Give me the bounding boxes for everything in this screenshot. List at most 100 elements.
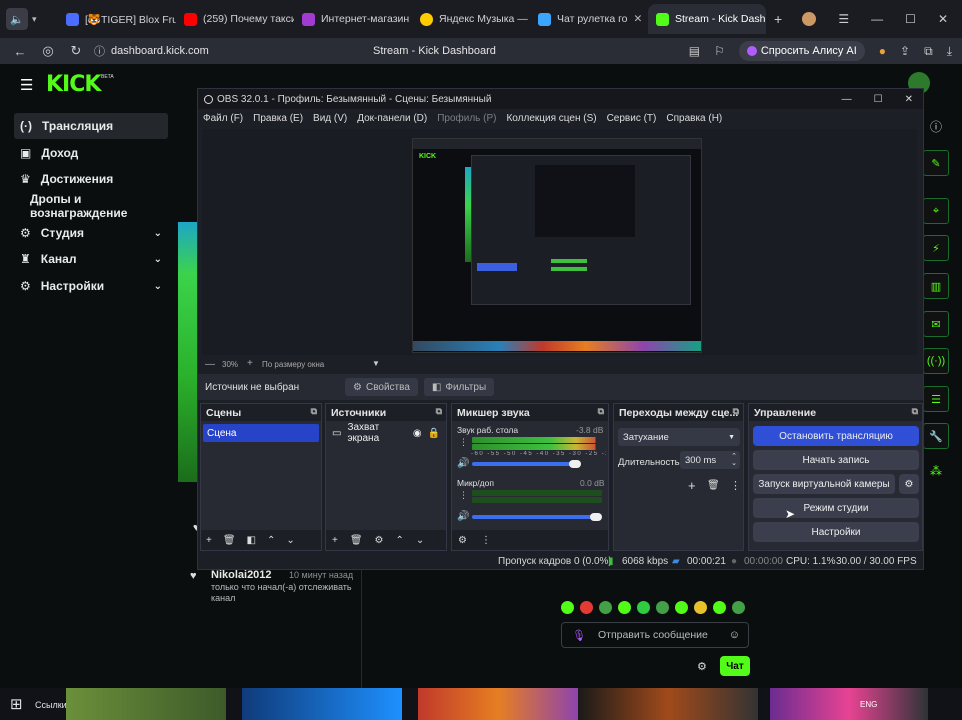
- chat-username[interactable]: Nikolai2012: [211, 569, 272, 581]
- sidebar-item-studio[interactable]: ⚙ Студия ⌄: [14, 220, 168, 246]
- taskbar-thumb[interactable]: [770, 688, 928, 720]
- volume-slider-handle[interactable]: [569, 460, 581, 468]
- rail-bolt-icon[interactable]: ⚡: [923, 235, 949, 261]
- taskbar-thumb[interactable]: [242, 688, 402, 720]
- sidebar-item-channel[interactable]: ♜ Канал ⌄: [14, 246, 168, 272]
- browser-tab[interactable]: (259) Почему такси: [176, 4, 294, 34]
- rail-tool-icon[interactable]: 🔧: [923, 423, 949, 449]
- undock-icon[interactable]: ⧉: [733, 406, 739, 417]
- menu-view[interactable]: Вид (V): [308, 113, 352, 124]
- chat-send-button[interactable]: Чат: [720, 656, 750, 676]
- tab-close-icon[interactable]: ✕: [634, 13, 643, 25]
- move-up-icon[interactable]: ⌃: [267, 535, 275, 546]
- zoom-mode-select[interactable]: По размеру окна: [262, 360, 324, 369]
- emote-icon[interactable]: [732, 601, 745, 614]
- rail-layers-icon[interactable]: ☰: [923, 386, 949, 412]
- spin-arrows-icon[interactable]: ⌃ ⌄: [731, 453, 737, 467]
- duration-spinbox[interactable]: 300 ms ⌃ ⌄: [680, 451, 740, 469]
- reader-icon[interactable]: ▤: [689, 44, 700, 58]
- taskbar-thumb[interactable]: [578, 688, 758, 720]
- move-up-icon[interactable]: ⌃: [396, 535, 404, 546]
- emote-icon[interactable]: [580, 601, 593, 614]
- share-icon[interactable]: ⇪: [900, 44, 910, 58]
- studio-mode-button[interactable]: Режим студии: [753, 498, 919, 518]
- info-icon[interactable]: ⓘ: [930, 118, 942, 135]
- emote-icon[interactable]: [637, 601, 650, 614]
- alice-button[interactable]: Спросить Алису AI: [738, 41, 865, 61]
- add-scene-icon[interactable]: +: [206, 535, 212, 546]
- zoom-minus-icon[interactable]: —: [205, 359, 215, 370]
- visibility-eye-icon[interactable]: ◉: [413, 428, 422, 439]
- reload-icon[interactable]: ↻: [62, 43, 90, 59]
- back-icon[interactable]: ←: [6, 44, 34, 59]
- lock-icon[interactable]: 🔒: [428, 428, 440, 439]
- obs-close-icon[interactable]: ✕: [905, 94, 913, 105]
- links-label[interactable]: Ссылки: [35, 700, 67, 710]
- obs-maximize-icon[interactable]: ☐: [874, 94, 883, 105]
- new-tab-icon[interactable]: +: [774, 11, 782, 27]
- rail-capture-icon[interactable]: ⌖: [923, 198, 949, 224]
- filters-button[interactable]: ◧ Фильтры: [423, 378, 495, 396]
- obs-minimize-icon[interactable]: —: [842, 94, 852, 105]
- settings-button[interactable]: Настройки: [753, 522, 919, 542]
- close-icon[interactable]: ✕: [938, 12, 948, 26]
- stop-stream-button[interactable]: Остановить трансляцию: [753, 426, 919, 446]
- obs-preview-canvas[interactable]: KICK: [412, 138, 702, 353]
- menu-help[interactable]: Справка (H): [661, 113, 727, 124]
- emote-icon[interactable]: [656, 601, 669, 614]
- tab-audio-icon[interactable]: 🔈: [6, 8, 28, 30]
- language-indicator[interactable]: ENG: [860, 700, 877, 709]
- mic-icon[interactable]: 🎙: [572, 629, 586, 642]
- extension-icon[interactable]: ●: [879, 44, 886, 58]
- volume-slider-handle[interactable]: [590, 513, 602, 521]
- minimize-icon[interactable]: —: [871, 12, 883, 26]
- emote-icon[interactable]: [675, 601, 688, 614]
- move-down-icon[interactable]: ⌄: [416, 535, 424, 546]
- url-field[interactable]: dashboard.kick.com: [111, 45, 321, 57]
- start-icon[interactable]: ⊞: [10, 695, 23, 713]
- zoom-plus-icon[interactable]: +: [247, 358, 253, 369]
- emote-icon[interactable]: [618, 601, 631, 614]
- transition-select[interactable]: Затухание ▼: [618, 428, 740, 446]
- emote-icon[interactable]: [599, 601, 612, 614]
- channel-menu-icon[interactable]: ⋮: [459, 490, 468, 501]
- remove-scene-icon[interactable]: 🗑: [223, 535, 236, 546]
- browser-tab[interactable]: Яндекс Музыка — со: [412, 4, 530, 34]
- scene-item-selected[interactable]: Сцена: [203, 424, 319, 442]
- browser-tab[interactable]: [🐯TIGER] Blox Fruit: [58, 4, 176, 34]
- start-recording-button[interactable]: Начать запись: [753, 450, 919, 470]
- sidebar-item-broadcast[interactable]: (·) Трансляция: [14, 113, 168, 139]
- browser-tab[interactable]: Интернет-магазин W: [294, 4, 412, 34]
- sidebar-item-income[interactable]: ▣ Доход: [14, 140, 168, 166]
- undock-icon[interactable]: ⧉: [912, 406, 918, 417]
- browser-tab[interactable]: Чат рулетка го ✕: [530, 4, 648, 34]
- source-settings-icon[interactable]: ⚙: [375, 535, 384, 546]
- download-icon[interactable]: ⤓: [947, 44, 952, 59]
- menu-file[interactable]: Файл (F): [198, 113, 248, 124]
- properties-button[interactable]: ⚙ Свойства: [345, 378, 418, 396]
- rail-edit-icon[interactable]: ✎: [923, 150, 949, 176]
- sidebar-item-settings[interactable]: ⚙ Настройки ⌄: [14, 273, 168, 299]
- undock-icon[interactable]: ⧉: [598, 406, 604, 417]
- obs-preview-area[interactable]: KICK: [202, 129, 917, 355]
- collections-icon[interactable]: ⧉: [924, 44, 933, 59]
- browser-tab-active[interactable]: Stream - Kick Dash✕: [648, 4, 766, 34]
- emote-icon[interactable]: [561, 601, 574, 614]
- taskbar-thumb[interactable]: [66, 688, 226, 720]
- mixer-menu-icon[interactable]: ⋮: [481, 535, 491, 546]
- menu-tools[interactable]: Сервис (T): [602, 113, 662, 124]
- rail-radio-icon[interactable]: ((·)): [923, 348, 949, 374]
- source-item[interactable]: ▭ Захват экрана ◉ 🔒: [326, 422, 446, 444]
- emote-icon[interactable]: [694, 601, 707, 614]
- rail-nodes-icon[interactable]: ⁂: [930, 464, 942, 478]
- shield-icon[interactable]: ◎: [34, 43, 62, 59]
- chat-input[interactable]: 🎙 Отправить сообщение ☺: [561, 622, 749, 648]
- emoji-icon[interactable]: ☺: [729, 629, 740, 641]
- kick-logo[interactable]: KICK: [46, 72, 101, 97]
- bookmark-icon[interactable]: ⚐: [714, 44, 725, 58]
- undock-icon[interactable]: ⧉: [436, 406, 442, 417]
- mixer-settings-icon[interactable]: ⚙: [458, 535, 467, 546]
- sidebar-item-drops[interactable]: Дропы и вознаграждение: [14, 192, 178, 220]
- zoom-mode-chevron-icon[interactable]: ▼: [372, 359, 380, 368]
- rail-chat-icon[interactable]: ✉: [923, 311, 949, 337]
